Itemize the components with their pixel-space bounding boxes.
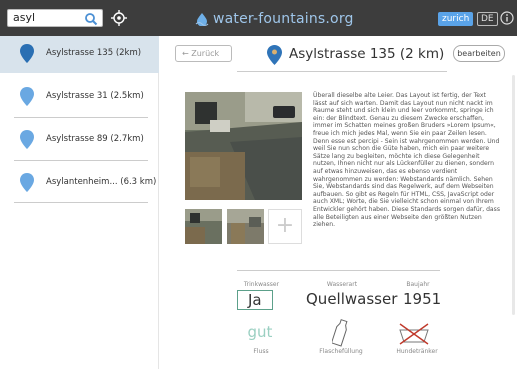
- back-arrow-icon: ←: [182, 49, 189, 58]
- results-sidebar: Asylstrasse 135 (2km) Asylstrasse 31 (2.…: [0, 36, 159, 369]
- description-text: Überall dieselbe alte Leier. Das Layout …: [313, 92, 501, 229]
- map-pin-icon: [20, 173, 34, 192]
- drinking-water-value[interactable]: Ja: [237, 290, 273, 310]
- stat-label: Wasserart: [326, 281, 358, 288]
- language-button[interactable]: DE: [477, 12, 498, 26]
- map-pin-icon: [20, 44, 34, 63]
- title-underline: [237, 71, 447, 72]
- dog-bowl-crossed-icon: [399, 323, 429, 345]
- add-photo-button[interactable]: +: [268, 209, 302, 244]
- section-divider: [237, 270, 440, 271]
- plus-icon: +: [275, 213, 295, 238]
- search-icon[interactable]: [84, 12, 98, 26]
- list-item-label: Asylantenheim... (6.3 km): [46, 177, 157, 187]
- scrollbar[interactable]: [512, 75, 515, 315]
- list-item[interactable]: Asylantenheim... (6.3 km): [0, 165, 159, 202]
- brand[interactable]: water-fountains.org: [195, 9, 354, 29]
- list-item-label: Asylstrasse 135 (2km): [46, 48, 142, 58]
- list-item[interactable]: Asylstrasse 89 (2.7km): [0, 122, 159, 159]
- map-pin-icon: [20, 87, 34, 106]
- page-title: Asylstrasse 135 (2 km): [289, 46, 445, 62]
- edit-button[interactable]: bearbeiten: [453, 45, 505, 62]
- photo-thumbnail[interactable]: [185, 209, 222, 244]
- back-button[interactable]: ← Zurück: [175, 45, 232, 62]
- crosshair-icon[interactable]: [110, 9, 128, 27]
- flow-value: gut: [247, 323, 273, 341]
- feature-label: Fluss: [253, 348, 269, 355]
- divider: [14, 160, 148, 161]
- stat-label: Trinkwasser: [243, 281, 280, 288]
- feature-label: Hundetränker: [396, 348, 438, 355]
- back-label: Zurück: [191, 49, 220, 58]
- list-item-label: Asylstrasse 31 (2.5km): [46, 91, 144, 101]
- feature-label: Flaschefüllung: [319, 348, 363, 355]
- fountain-photo[interactable]: [185, 92, 302, 200]
- stat-label: Baujahr: [406, 281, 430, 288]
- detail-header: Asylstrasse 135 (2 km): [237, 43, 447, 72]
- map-pin-icon: [20, 130, 34, 149]
- brand-text: water-fountains.org: [213, 11, 354, 27]
- water-type-value[interactable]: Quellwasser: [306, 290, 397, 308]
- search-box[interactable]: asyl: [7, 9, 103, 27]
- list-item[interactable]: Asylstrasse 31 (2.5km): [0, 79, 159, 116]
- city-button[interactable]: zurich: [438, 12, 474, 26]
- search-input[interactable]: asyl: [13, 11, 35, 24]
- droplet-logo-icon: [195, 13, 209, 26]
- divider: [14, 117, 148, 118]
- photo-thumbnail[interactable]: [227, 209, 264, 244]
- top-bar: asyl water-fountains.org zurich DE: [0, 0, 517, 36]
- map-pin-icon: [267, 45, 282, 65]
- list-item-label: Asylstrasse 89 (2.7km): [46, 134, 144, 144]
- bottle-icon: [332, 319, 348, 347]
- year-built-value[interactable]: 1951: [403, 290, 441, 308]
- divider: [14, 202, 148, 203]
- info-icon[interactable]: [500, 11, 514, 25]
- list-item[interactable]: Asylstrasse 135 (2km): [0, 36, 159, 73]
